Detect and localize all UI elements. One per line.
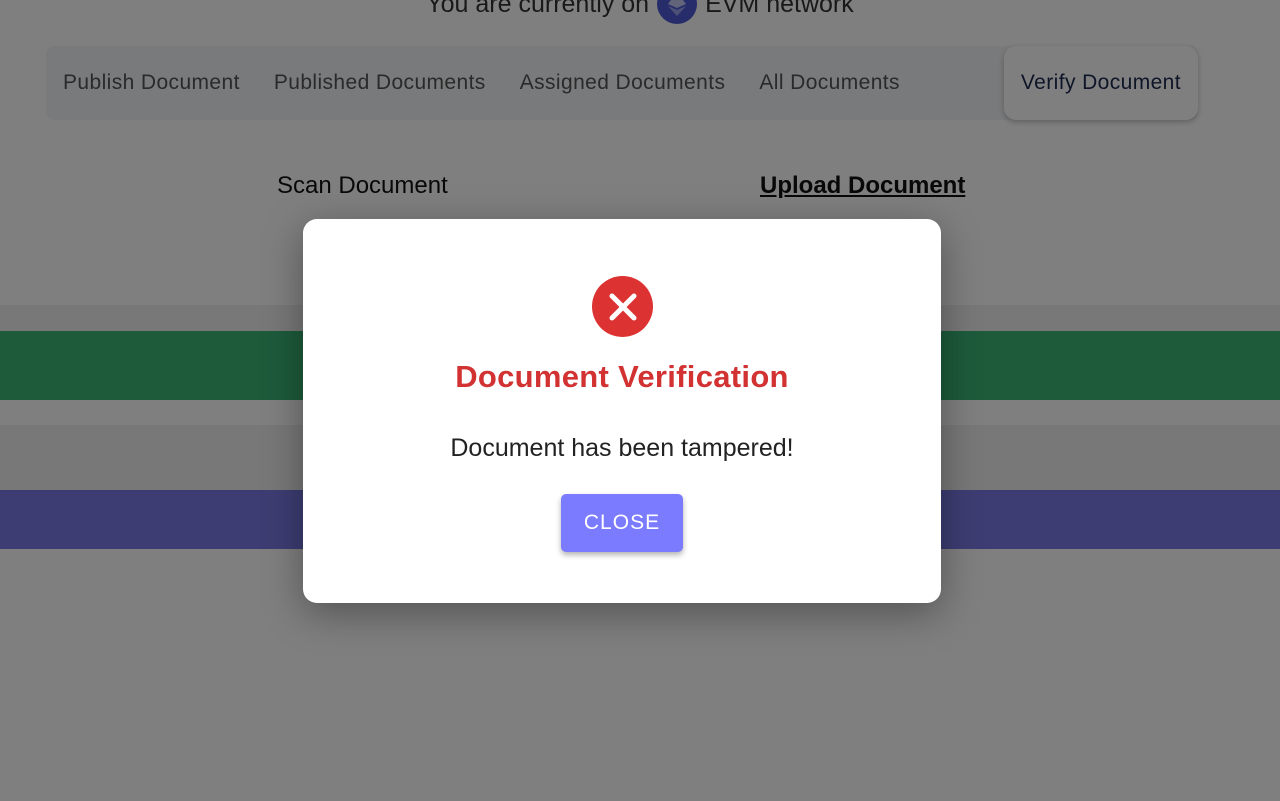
dialog-title: Document Verification bbox=[455, 359, 789, 394]
dialog-message: Document has been tampered! bbox=[450, 434, 794, 462]
error-x-icon bbox=[592, 276, 653, 337]
verification-dialog: Document Verification Document has been … bbox=[303, 219, 941, 603]
close-button[interactable]: CLOSE bbox=[561, 494, 683, 552]
